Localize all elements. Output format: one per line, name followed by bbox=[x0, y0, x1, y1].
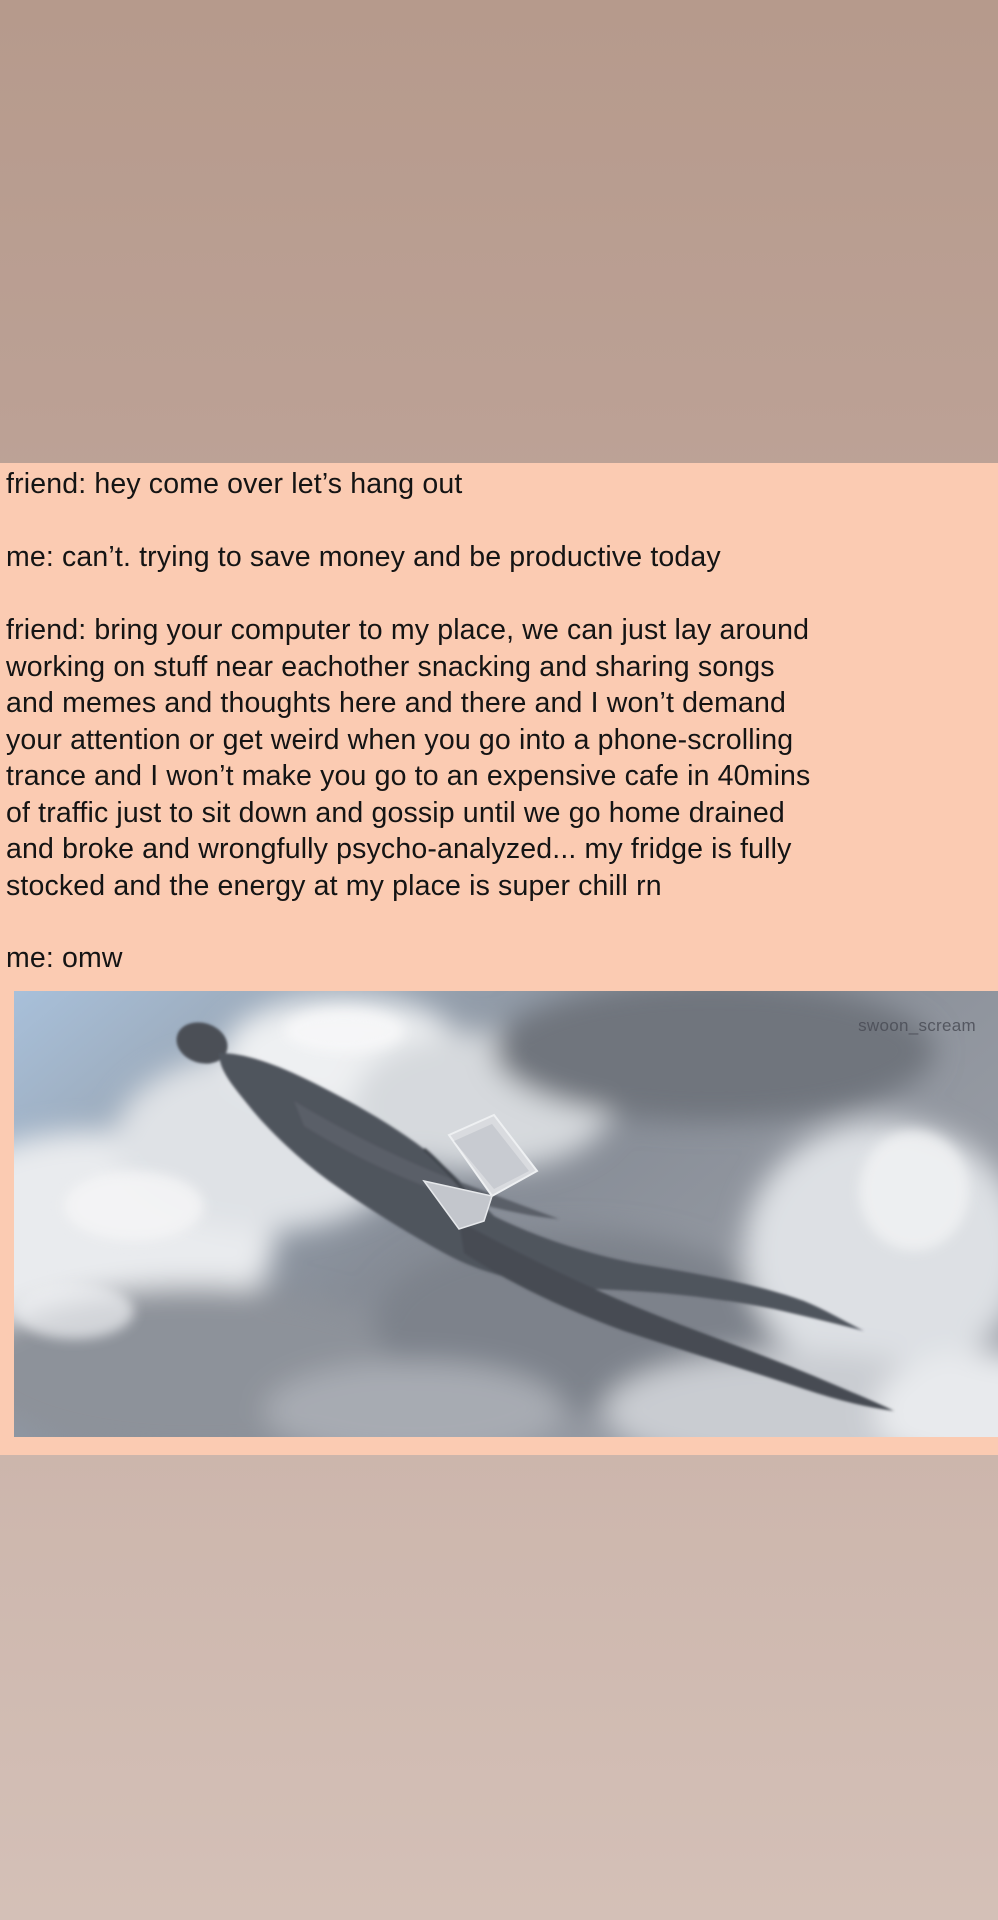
caption-line: friend: hey come over let’s hang out bbox=[6, 468, 463, 500]
caption-line: friend: bring your computer to my place,… bbox=[6, 614, 810, 646]
caption-line: and broke and wrongfully psycho-analyzed… bbox=[6, 833, 792, 865]
flying-figure-illustration bbox=[14, 991, 998, 1437]
caption-line: of traffic just to sit down and gossip u… bbox=[6, 796, 785, 829]
caption-line: me: omw bbox=[6, 942, 123, 974]
watermark-label: swoon_scream bbox=[858, 1016, 976, 1035]
caption-line: working on stuff near eachother snacking… bbox=[6, 650, 775, 683]
meme-card: friend: hey come over let’s hang out me:… bbox=[0, 463, 998, 1455]
caption-line: your attention or get weird when you go … bbox=[6, 723, 794, 756]
flying-figure-photo: swoon_scream bbox=[14, 991, 998, 1437]
caption-line: and memes and thoughts here and there an… bbox=[6, 687, 787, 719]
caption-line: trance and I won’t make you go to an exp… bbox=[6, 760, 811, 792]
caption-line: me: can’t. trying to save money and be p… bbox=[6, 541, 721, 573]
caption-line: stocked and the energy at my place is su… bbox=[6, 869, 662, 902]
